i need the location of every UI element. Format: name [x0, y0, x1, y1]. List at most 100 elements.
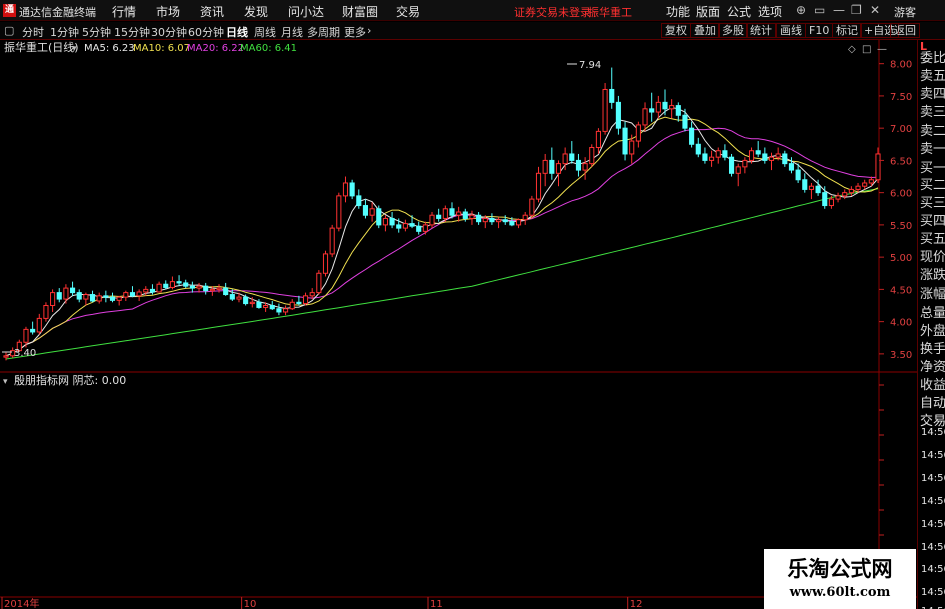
menu-trade[interactable]: 交易 — [396, 3, 420, 20]
ma5-label: MA5: 6.23 — [84, 43, 135, 54]
tab-more[interactable]: 更多 — [344, 24, 366, 40]
trade-time: 14:56 — [921, 519, 945, 530]
quote-label[interactable]: 自动 — [920, 392, 945, 411]
candle-body — [442, 208, 448, 219]
y-tick-label: 7.00 — [890, 124, 912, 135]
tab-multi-period[interactable]: 多周期 — [307, 24, 340, 40]
ma10-path — [5, 116, 879, 357]
f10-button[interactable]: F10 — [805, 23, 834, 38]
menu-layout[interactable]: 版面 — [696, 3, 720, 20]
candle-body — [735, 166, 741, 174]
candle — [762, 147, 768, 164]
candle — [782, 150, 788, 167]
candle — [602, 83, 608, 135]
candle — [276, 303, 282, 316]
x-tick-label: 11 — [430, 599, 443, 609]
tab-intraday[interactable]: 分时 — [22, 24, 44, 40]
more-chevron-icon[interactable]: › — [367, 24, 371, 37]
close-icon[interactable]: ✕ — [870, 3, 880, 17]
draw-line-button[interactable]: 画线 — [776, 23, 806, 38]
menu-market[interactable]: 市场 — [156, 3, 180, 20]
candle-body — [742, 159, 748, 168]
candle-body — [30, 328, 36, 333]
candle — [189, 281, 195, 293]
menu-quotes[interactable]: 行情 — [112, 3, 136, 20]
login-notice[interactable]: 证券交易未登录 — [514, 4, 591, 20]
candle-body — [695, 143, 701, 155]
candle-body — [203, 285, 209, 292]
multi-stock-button[interactable]: 多股 — [718, 23, 748, 38]
candle-body — [649, 108, 655, 113]
menu-wealth-circle[interactable]: 财富圈 — [342, 3, 378, 20]
globe-icon[interactable]: ⊕ — [796, 3, 806, 17]
sub-expand-icon[interactable]: ▾ — [3, 377, 8, 387]
candle-body — [396, 224, 402, 229]
menu-assistant[interactable]: 问小达 — [288, 3, 324, 20]
minus-icon[interactable]: — — [877, 44, 887, 55]
mark-button[interactable]: 标记 — [832, 23, 862, 38]
menu-options[interactable]: 选项 — [758, 3, 782, 20]
statistics-button[interactable]: 统计 — [746, 23, 776, 38]
candle-body — [855, 185, 861, 190]
ma10-line — [5, 116, 879, 357]
y-tick-label: 6.50 — [890, 156, 912, 167]
high-label: 7.94 — [579, 60, 601, 71]
tab-60min[interactable]: 60分钟 — [188, 24, 224, 40]
diamond-icon[interactable]: ◇ — [848, 44, 856, 55]
tab-15min[interactable]: 15分钟 — [114, 24, 150, 40]
chart-grid — [0, 40, 917, 609]
candle — [362, 199, 369, 219]
candle-body — [622, 127, 628, 155]
high-marker: 7.94 — [567, 60, 601, 71]
candle — [203, 282, 209, 295]
candle-body — [828, 198, 834, 207]
menu-news[interactable]: 资讯 — [200, 3, 224, 20]
candle-body — [89, 294, 96, 302]
candle — [329, 224, 335, 258]
tab-monthly[interactable]: 月线 — [281, 24, 303, 40]
candle-body — [289, 301, 295, 310]
quote-label: 涨幅 — [920, 287, 945, 302]
candle-body — [316, 272, 322, 294]
guest-user[interactable]: 游客 — [894, 4, 916, 20]
candle-body — [549, 159, 555, 174]
tab-weekly[interactable]: 周线 — [254, 24, 276, 40]
candle-body — [3, 355, 9, 358]
tab-1min[interactable]: 1分钟 — [50, 24, 79, 40]
watermark-url: www.60lt.com — [789, 585, 891, 600]
quote-label: 卖三 — [920, 105, 945, 120]
tab-30min[interactable]: 30分钟 — [151, 24, 187, 40]
candle — [522, 212, 528, 225]
candle — [422, 221, 428, 235]
candle — [595, 128, 601, 154]
candle — [169, 276, 175, 290]
restore-icon[interactable]: ❐ — [851, 3, 862, 17]
candle-body — [409, 223, 415, 227]
candle-body — [183, 282, 189, 287]
candle-body — [416, 225, 422, 232]
expand-icon[interactable]: ▾ — [72, 44, 77, 54]
screen-icon[interactable]: ▭ — [814, 3, 825, 17]
watermark: 乐淘公式网 www.60lt.com — [764, 549, 916, 609]
square-icon[interactable]: □ — [862, 44, 871, 55]
candle — [469, 210, 475, 225]
candle-body — [76, 292, 82, 300]
menu-function[interactable]: 功能 — [666, 3, 690, 20]
candle-body — [709, 156, 715, 161]
quote-label: 买三 — [920, 196, 945, 211]
low-label: 3.40 — [14, 348, 36, 359]
tab-daily[interactable]: 日线 — [226, 24, 248, 40]
restore-rights-button[interactable]: 复权 — [661, 23, 691, 38]
candle-body — [436, 214, 442, 219]
menu-discover[interactable]: 发现 — [244, 3, 268, 20]
back-button[interactable]: 返回 — [890, 23, 920, 38]
minimize-icon[interactable]: — — [833, 3, 845, 17]
tab-5min[interactable]: 5分钟 — [82, 24, 111, 40]
panel-toggle-icon[interactable]: ▢ — [4, 24, 14, 37]
candle — [70, 281, 76, 296]
chart-canvas[interactable]: 8.00 7.50 7.00 6.50 6.00 5.50 5.00 4.50 4.00 3.50… — [0, 40, 917, 609]
candle-body — [702, 153, 708, 161]
candle — [409, 215, 415, 229]
overlay-button[interactable]: 叠加 — [690, 23, 720, 38]
menu-formula[interactable]: 公式 — [727, 3, 751, 20]
